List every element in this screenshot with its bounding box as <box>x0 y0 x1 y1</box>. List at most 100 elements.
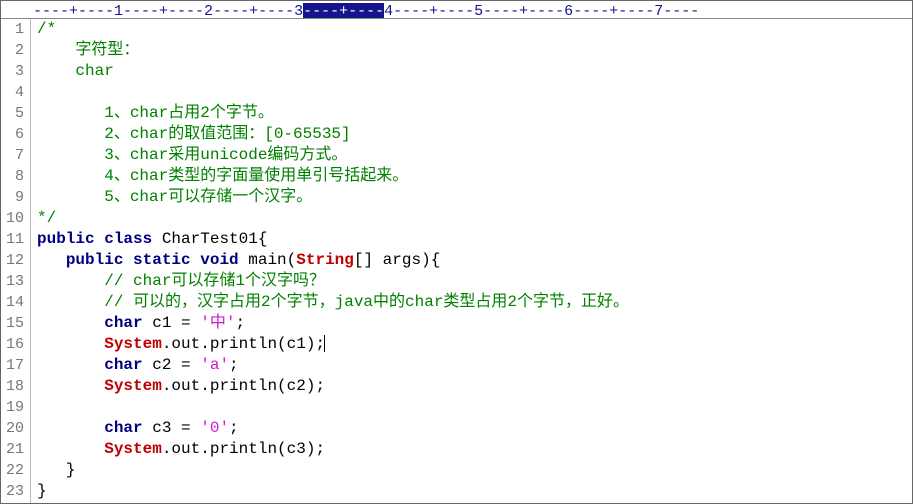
code-line[interactable]: public class CharTest01{ <box>37 229 629 250</box>
token-kw: char <box>104 314 142 332</box>
code-line[interactable]: // char可以存储1个汉字吗？ <box>37 271 629 292</box>
code-line[interactable]: // 可以的，汉字占用2个字节，java中的char类型占用2个字节，正好。 <box>37 292 629 313</box>
line-number: 16 <box>1 334 24 355</box>
token-op <box>37 377 104 395</box>
line-number: 13 <box>1 271 24 292</box>
token-cm: 4、char类型的字面量使用单引号括起来。 <box>37 167 408 185</box>
code-line[interactable]: System.out.println(c1); <box>37 334 629 355</box>
line-number: 10 <box>1 208 24 229</box>
line-number: 2 <box>1 40 24 61</box>
code-line[interactable] <box>37 397 629 418</box>
code-line[interactable]: char c2 = 'a'; <box>37 355 629 376</box>
ruler-seg: ----+---- <box>303 3 384 19</box>
line-number: 15 <box>1 313 24 334</box>
token-op: { <box>258 230 268 248</box>
token-op: c2 = <box>143 356 201 374</box>
token-op <box>37 335 104 353</box>
line-number: 18 <box>1 376 24 397</box>
code-line[interactable]: 1、char占用2个字节。 <box>37 103 629 124</box>
code-content[interactable]: /* 字符型： char 1、char占用2个字节。 2、char的取值范围：[… <box>31 19 629 503</box>
token-kw: char <box>104 356 142 374</box>
line-number: 7 <box>1 145 24 166</box>
ruler-seg: ---- <box>663 3 699 19</box>
token-str: '0' <box>200 419 229 437</box>
line-number: 9 <box>1 187 24 208</box>
code-line[interactable]: char c1 = '中'; <box>37 313 629 334</box>
token-op: ; <box>235 314 245 332</box>
token-cm: 5、char可以存储一个汉字。 <box>37 188 312 206</box>
line-number: 12 <box>1 250 24 271</box>
token-op: .out.println(c3); <box>162 440 325 458</box>
token-op <box>37 440 104 458</box>
line-number: 19 <box>1 397 24 418</box>
ruler-seg: 1 <box>114 3 123 19</box>
token-op: .out.println(c2); <box>162 377 325 395</box>
token-cm: 2、char的取值范围：[0-65535] <box>37 125 351 143</box>
line-number: 22 <box>1 460 24 481</box>
code-line[interactable]: public static void main(String[] args){ <box>37 250 629 271</box>
ruler-seg: 5 <box>474 3 483 19</box>
line-number-gutter: 1234567891011121314151617181920212223 <box>1 19 31 503</box>
token-cm: // char可以存储1个汉字吗？ <box>37 272 325 290</box>
token-op: ; <box>229 419 239 437</box>
ruler-seg: 4 <box>384 3 393 19</box>
code-line[interactable]: 2、char的取值范围：[0-65535] <box>37 124 629 145</box>
code-line[interactable]: 5、char可以存储一个汉字。 <box>37 187 629 208</box>
token-typ: System <box>104 335 162 353</box>
token-cm: */ <box>37 209 56 227</box>
ruler-seg: ----+---- <box>213 3 294 19</box>
code-line[interactable]: System.out.println(c2); <box>37 376 629 397</box>
token-cls: CharTest01 <box>162 230 258 248</box>
line-number: 23 <box>1 481 24 502</box>
code-line[interactable]: */ <box>37 208 629 229</box>
ruler-seg: ----+---- <box>393 3 474 19</box>
code-line[interactable]: 4、char类型的字面量使用单引号括起来。 <box>37 166 629 187</box>
token-cm: 字符型： <box>37 41 139 59</box>
line-number: 4 <box>1 82 24 103</box>
token-op: c1 = <box>143 314 201 332</box>
editor-area[interactable]: 1234567891011121314151617181920212223 /*… <box>1 19 912 503</box>
line-number: 6 <box>1 124 24 145</box>
line-number: 8 <box>1 166 24 187</box>
token-kw: char <box>104 419 142 437</box>
line-number: 20 <box>1 418 24 439</box>
line-number: 17 <box>1 355 24 376</box>
ruler-seg: 2 <box>204 3 213 19</box>
code-line[interactable]: } <box>37 481 629 502</box>
line-number: 3 <box>1 61 24 82</box>
token-typ: System <box>104 440 162 458</box>
token-op: } <box>37 482 47 500</box>
ruler-seg: 6 <box>564 3 573 19</box>
code-line[interactable]: 3、char采用unicode编码方式。 <box>37 145 629 166</box>
ruler-seg: ----+---- <box>483 3 564 19</box>
column-ruler: ----+----1----+----2----+----3----+----4… <box>1 1 912 19</box>
token-cm: char <box>37 62 114 80</box>
code-line[interactable] <box>37 82 629 103</box>
token-cm: 1、char占用2个字节。 <box>37 104 274 122</box>
line-number: 11 <box>1 229 24 250</box>
code-line[interactable]: System.out.println(c3); <box>37 439 629 460</box>
ruler-seg: 7 <box>654 3 663 19</box>
token-op <box>37 356 104 374</box>
ruler-seg: ----+---- <box>33 3 114 19</box>
code-line[interactable]: char c3 = '0'; <box>37 418 629 439</box>
token-op: ; <box>229 356 239 374</box>
ruler-seg: 3 <box>294 3 303 19</box>
code-line[interactable]: char <box>37 61 629 82</box>
code-line[interactable]: 字符型： <box>37 40 629 61</box>
token-op <box>37 419 104 437</box>
token-str: '中' <box>200 314 235 332</box>
line-number: 21 <box>1 439 24 460</box>
ruler-seg: ----+---- <box>573 3 654 19</box>
text-caret <box>324 335 325 352</box>
token-typ: String <box>296 251 354 269</box>
code-line[interactable]: /* <box>37 19 629 40</box>
token-cls: main <box>248 251 286 269</box>
token-cm: /* <box>37 20 56 38</box>
code-line[interactable]: } <box>37 460 629 481</box>
token-cm: 3、char采用unicode编码方式。 <box>37 146 347 164</box>
token-op: c3 = <box>143 419 201 437</box>
token-op: } <box>37 461 75 479</box>
ruler-segments: ----+----1----+----2----+----3----+----4… <box>33 3 699 19</box>
token-cm: // 可以的，汉字占用2个字节，java中的char类型占用2个字节，正好。 <box>37 293 629 311</box>
